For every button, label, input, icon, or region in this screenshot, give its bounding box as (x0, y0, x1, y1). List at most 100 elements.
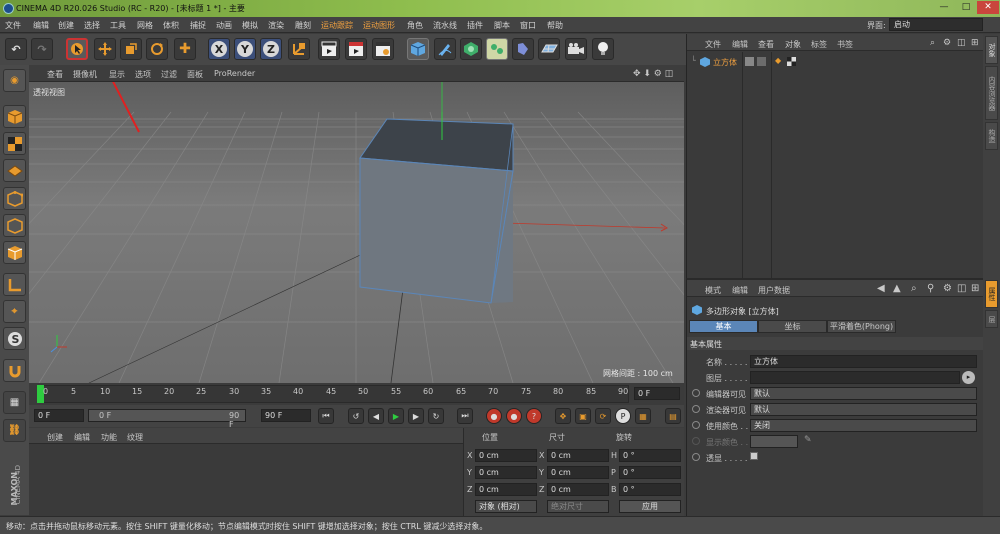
radio-xray[interactable] (692, 453, 700, 461)
material-menu-function[interactable]: 功能 (101, 432, 117, 443)
next-frame-button[interactable]: ▶ (408, 408, 424, 424)
am-menu-mode[interactable]: 模式 (705, 285, 721, 296)
menu-select[interactable]: 选择 (84, 20, 100, 31)
lock-workplane-button[interactable]: ▦ (3, 391, 26, 414)
axis-mode-button[interactable] (3, 273, 26, 296)
subdivision-surface-button[interactable] (460, 38, 482, 60)
om-search-icon[interactable]: ⌕ (930, 38, 935, 48)
render-settings-button[interactable] (372, 38, 394, 60)
material-manager[interactable]: 创建 编辑 功能 纹理 (29, 428, 463, 516)
right-tab-layers[interactable]: 层 (985, 310, 998, 328)
edges-mode-button[interactable] (3, 214, 26, 237)
am-menu-edit[interactable]: 编辑 (732, 285, 748, 296)
tab-coord[interactable]: 坐标 (758, 320, 827, 333)
position-y-field[interactable]: 0 cm (475, 466, 537, 479)
material-menu-create[interactable]: 创建 (47, 432, 63, 443)
om-menu-file[interactable]: 文件 (705, 39, 721, 50)
move-tool-button[interactable] (94, 38, 116, 60)
rotation-p-field[interactable]: 0 ° (619, 466, 681, 479)
menu-pipeline[interactable]: 流水线 (433, 20, 457, 31)
right-tab-structure[interactable]: 构造 (985, 122, 998, 150)
magnet-button[interactable] (3, 359, 26, 382)
am-settings-icon[interactable]: ⚙ (943, 283, 952, 294)
radio-display-color[interactable] (692, 437, 700, 445)
keyframe-selection-button[interactable]: ? (526, 408, 542, 424)
prev-frame-button[interactable]: ◀ (368, 408, 384, 424)
radio-editor-visible[interactable] (692, 389, 700, 397)
right-tab-content-browser[interactable]: 内容浏览器 (985, 66, 998, 120)
right-tab-objects[interactable]: 对象 (985, 36, 998, 64)
record-button[interactable]: ● (486, 408, 502, 424)
size-z-field[interactable]: 0 cm (547, 483, 609, 496)
current-frame-field[interactable]: 0 F (34, 409, 84, 422)
menu-volume[interactable]: 体积 (163, 20, 179, 31)
points-mode-button[interactable] (3, 187, 26, 210)
texture-mode-button[interactable] (3, 132, 26, 155)
live-selection-button[interactable]: ✚ (174, 38, 196, 60)
max-frame-field[interactable]: 90 F (261, 409, 311, 422)
array-button[interactable] (486, 38, 508, 60)
next-key-button[interactable]: ↻ (428, 408, 444, 424)
use-color-select[interactable]: 关闭 (750, 419, 977, 432)
menu-render[interactable]: 渲染 (268, 20, 284, 31)
layer-input[interactable] (750, 371, 960, 384)
layout-select[interactable]: 启动 (889, 18, 983, 31)
object-name[interactable]: 立方体 (713, 57, 737, 68)
om-menu-tag[interactable]: 标签 (811, 39, 827, 50)
coordinate-system-button[interactable] (288, 38, 310, 60)
visibility-toggle-icon[interactable] (745, 57, 754, 66)
minimize-button[interactable]: — (933, 1, 955, 14)
am-new-window-icon[interactable]: ◫ (957, 283, 966, 294)
viewport-menu-display[interactable]: 显示 (109, 69, 125, 80)
menu-character[interactable]: 角色 (407, 20, 423, 31)
xray-checkbox[interactable] (750, 452, 758, 460)
position-x-field[interactable]: 0 cm (475, 449, 537, 462)
size-y-field[interactable]: 0 cm (547, 466, 609, 479)
go-to-start-button[interactable]: ⏮ (318, 408, 334, 424)
back-arrow-icon[interactable]: ◀ (877, 283, 885, 294)
editor-visible-select[interactable]: 默认 (750, 387, 977, 400)
name-input[interactable]: 立方体 (750, 355, 977, 368)
go-to-end-button[interactable]: ⏭ (457, 408, 473, 424)
menu-motion-tracking[interactable]: 运动跟踪 (321, 20, 353, 31)
play-button[interactable]: ▶ (388, 408, 404, 424)
perspective-viewport[interactable]: 透视视图 网格间距 : 100 cm (29, 82, 684, 383)
eyedropper-icon[interactable]: ✎ (804, 435, 812, 445)
snap-button[interactable]: S (3, 327, 26, 350)
light-button[interactable] (592, 38, 614, 60)
material-menu-texture[interactable]: 纹理 (127, 432, 143, 443)
render-view-button[interactable] (318, 38, 340, 60)
pen-spline-button[interactable] (434, 38, 456, 60)
rotation-h-field[interactable]: 0 ° (619, 449, 681, 462)
viewport-menu-prorender[interactable]: ProRender (214, 69, 255, 78)
position-z-field[interactable]: 0 cm (475, 483, 537, 496)
display-color-swatch[interactable] (750, 435, 798, 448)
menu-create[interactable]: 创建 (58, 20, 74, 31)
floor-button[interactable] (538, 38, 560, 60)
menu-mograph[interactable]: 运动图形 (363, 20, 395, 31)
menu-sculpt[interactable]: 雕刻 (295, 20, 311, 31)
menu-script[interactable]: 脚本 (494, 20, 510, 31)
close-button[interactable]: ✕ (977, 1, 999, 14)
deformer-button[interactable] (512, 38, 534, 60)
om-menu-edit[interactable]: 编辑 (732, 39, 748, 50)
menu-simulate[interactable]: 模拟 (242, 20, 258, 31)
z-axis-lock-button[interactable]: Z (260, 38, 282, 60)
viewport-menu-options[interactable]: 选项 (135, 69, 151, 80)
menu-help[interactable]: 帮助 (547, 20, 563, 31)
om-menu-view[interactable]: 查看 (758, 39, 774, 50)
material-menu-edit[interactable]: 编辑 (74, 432, 90, 443)
key-position-button[interactable]: ✥ (555, 408, 571, 424)
right-tab-attributes[interactable]: 属性 (985, 280, 998, 308)
key-scale-button[interactable]: ▣ (575, 408, 591, 424)
menu-plugins[interactable]: 插件 (467, 20, 483, 31)
planar-workplane-button[interactable]: ⛓ (3, 419, 26, 442)
menu-mesh[interactable]: 网格 (137, 20, 153, 31)
timeline-end-field[interactable]: 0 F (634, 387, 680, 400)
apply-button[interactable]: 应用 (619, 500, 681, 513)
om-pin-icon[interactable]: ⊞ (971, 38, 979, 48)
layer-picker-icon[interactable]: ▸ (962, 371, 975, 384)
select-tool-button[interactable] (66, 38, 88, 60)
maximize-button[interactable]: □ (955, 1, 977, 14)
viewport-menu-filter[interactable]: 过滤 (161, 69, 177, 80)
